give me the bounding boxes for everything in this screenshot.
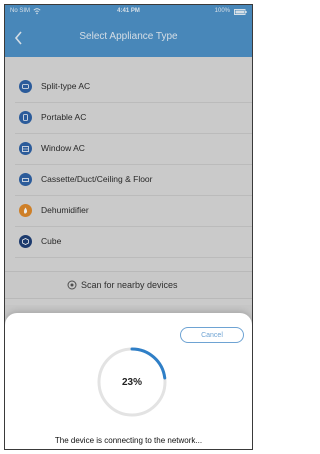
cancel-button[interactable]: Cancel (180, 327, 244, 343)
progress-percent: 23% (121, 376, 142, 388)
connecting-dialog: Cancel 23% The device is connecting to t… (5, 313, 252, 449)
phone-frame: No SIM 4:41 PM 100% Select Appliance Typ… (4, 4, 253, 450)
connecting-message: The device is connecting to the network.… (54, 436, 203, 445)
